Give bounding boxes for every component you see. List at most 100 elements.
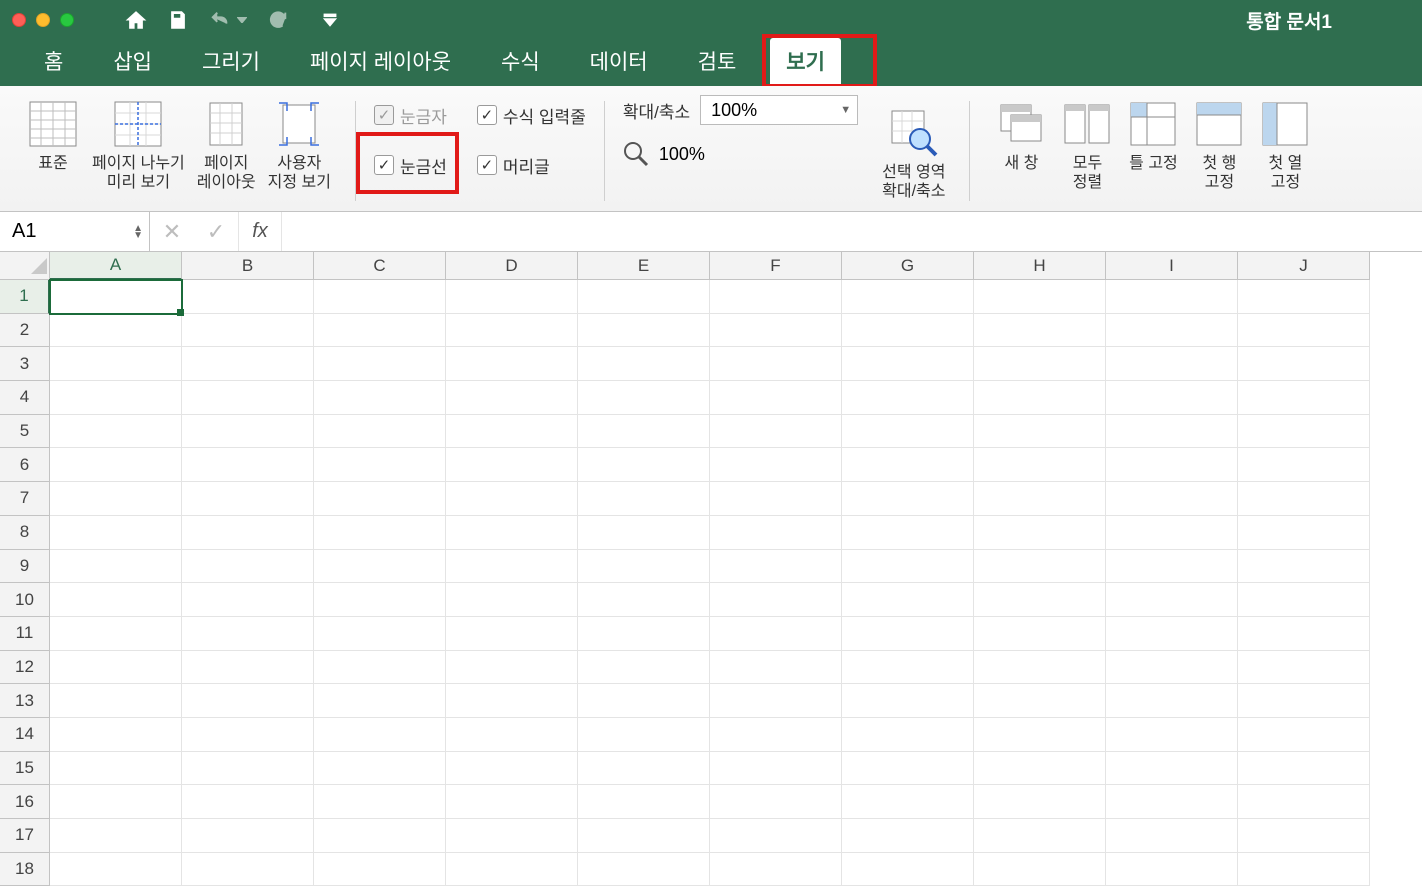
arrange-all-button[interactable]: 모두 정렬 bbox=[1054, 92, 1120, 192]
cell[interactable] bbox=[578, 651, 710, 685]
cell[interactable] bbox=[710, 347, 842, 381]
cell[interactable] bbox=[50, 617, 182, 651]
column-header[interactable]: F bbox=[710, 252, 842, 280]
cell[interactable] bbox=[1238, 583, 1370, 617]
cell[interactable] bbox=[974, 516, 1106, 550]
cell[interactable] bbox=[1106, 752, 1238, 786]
cell[interactable] bbox=[50, 280, 182, 314]
close-window-button[interactable] bbox=[12, 13, 26, 27]
cell[interactable] bbox=[710, 583, 842, 617]
cell[interactable] bbox=[1238, 448, 1370, 482]
cell[interactable] bbox=[578, 347, 710, 381]
cell[interactable] bbox=[1238, 347, 1370, 381]
freeze-first-col-button[interactable]: 첫 열 고정 bbox=[1252, 92, 1318, 192]
cell[interactable] bbox=[974, 381, 1106, 415]
minimize-window-button[interactable] bbox=[36, 13, 50, 27]
cell[interactable] bbox=[842, 853, 974, 887]
cell[interactable] bbox=[182, 347, 314, 381]
cell[interactable] bbox=[578, 381, 710, 415]
cell[interactable] bbox=[974, 819, 1106, 853]
cell[interactable] bbox=[314, 347, 446, 381]
cell[interactable] bbox=[182, 583, 314, 617]
cell[interactable] bbox=[1238, 718, 1370, 752]
cell[interactable] bbox=[446, 347, 578, 381]
row-header[interactable]: 17 bbox=[0, 819, 50, 853]
cell[interactable] bbox=[710, 785, 842, 819]
cell[interactable] bbox=[182, 280, 314, 314]
cell[interactable] bbox=[578, 516, 710, 550]
cell[interactable] bbox=[314, 853, 446, 887]
formula-input[interactable] bbox=[282, 212, 1422, 251]
cell[interactable] bbox=[842, 280, 974, 314]
cell[interactable] bbox=[446, 415, 578, 449]
redo-icon[interactable] bbox=[266, 8, 290, 32]
cell[interactable] bbox=[710, 381, 842, 415]
cell[interactable] bbox=[710, 314, 842, 348]
cell[interactable] bbox=[446, 280, 578, 314]
cell[interactable] bbox=[1106, 785, 1238, 819]
tab-review[interactable]: 검토 bbox=[682, 38, 753, 86]
cell[interactable] bbox=[1238, 684, 1370, 718]
cell[interactable] bbox=[1238, 853, 1370, 887]
cell[interactable] bbox=[842, 819, 974, 853]
cell[interactable] bbox=[50, 651, 182, 685]
cell[interactable] bbox=[1106, 381, 1238, 415]
cell[interactable] bbox=[50, 347, 182, 381]
cell[interactable] bbox=[1106, 280, 1238, 314]
cell[interactable] bbox=[1238, 381, 1370, 415]
row-header[interactable]: 16 bbox=[0, 785, 50, 819]
cell[interactable] bbox=[710, 853, 842, 887]
column-header[interactable]: C bbox=[314, 252, 446, 280]
gridlines-checkbox[interactable]: ✓ 눈금선 bbox=[374, 150, 447, 180]
page-break-preview-button[interactable]: 페이지 나누기 미리 보기 bbox=[86, 92, 191, 192]
row-header[interactable]: 9 bbox=[0, 550, 50, 584]
cell[interactable] bbox=[182, 516, 314, 550]
cell[interactable] bbox=[710, 752, 842, 786]
cell[interactable] bbox=[446, 448, 578, 482]
cell[interactable] bbox=[1238, 617, 1370, 651]
cell[interactable] bbox=[842, 684, 974, 718]
cell[interactable] bbox=[710, 448, 842, 482]
zoom-to-selection-button[interactable]: 선택 영역 확대/축소 bbox=[876, 101, 951, 201]
cell[interactable] bbox=[578, 819, 710, 853]
page-layout-view-button[interactable]: 페이지 레이아웃 bbox=[191, 92, 262, 192]
cell[interactable] bbox=[578, 314, 710, 348]
cell[interactable] bbox=[974, 651, 1106, 685]
cell[interactable] bbox=[1106, 314, 1238, 348]
cell[interactable] bbox=[578, 448, 710, 482]
cell[interactable] bbox=[50, 684, 182, 718]
cell[interactable] bbox=[314, 752, 446, 786]
cell[interactable] bbox=[1106, 415, 1238, 449]
cell[interactable] bbox=[974, 752, 1106, 786]
cell[interactable] bbox=[974, 853, 1106, 887]
cell[interactable] bbox=[446, 853, 578, 887]
cell[interactable] bbox=[710, 516, 842, 550]
tab-page-layout[interactable]: 페이지 레이아웃 bbox=[294, 38, 467, 86]
normal-view-button[interactable]: 표준 bbox=[20, 92, 86, 173]
cell[interactable] bbox=[842, 617, 974, 651]
save-icon[interactable] bbox=[166, 8, 190, 32]
freeze-top-row-button[interactable]: 첫 행 고정 bbox=[1186, 92, 1252, 192]
cell[interactable] bbox=[842, 347, 974, 381]
cell[interactable] bbox=[842, 752, 974, 786]
cell[interactable] bbox=[446, 718, 578, 752]
cell[interactable] bbox=[842, 415, 974, 449]
cell[interactable] bbox=[314, 684, 446, 718]
cell[interactable] bbox=[1106, 583, 1238, 617]
cell[interactable] bbox=[50, 516, 182, 550]
tab-insert[interactable]: 삽입 bbox=[97, 38, 168, 86]
row-header[interactable]: 2 bbox=[0, 314, 50, 348]
cell[interactable] bbox=[1106, 482, 1238, 516]
cell[interactable] bbox=[1106, 617, 1238, 651]
cell[interactable] bbox=[842, 718, 974, 752]
column-header[interactable]: B bbox=[182, 252, 314, 280]
cell[interactable] bbox=[974, 684, 1106, 718]
customize-qat-icon[interactable] bbox=[318, 8, 342, 32]
cell[interactable] bbox=[50, 314, 182, 348]
cell[interactable] bbox=[1238, 482, 1370, 516]
cell[interactable] bbox=[710, 651, 842, 685]
cell[interactable] bbox=[314, 583, 446, 617]
cell[interactable] bbox=[710, 718, 842, 752]
zoom-dropdown[interactable]: 100% ▼ bbox=[700, 95, 858, 125]
cell[interactable] bbox=[182, 853, 314, 887]
